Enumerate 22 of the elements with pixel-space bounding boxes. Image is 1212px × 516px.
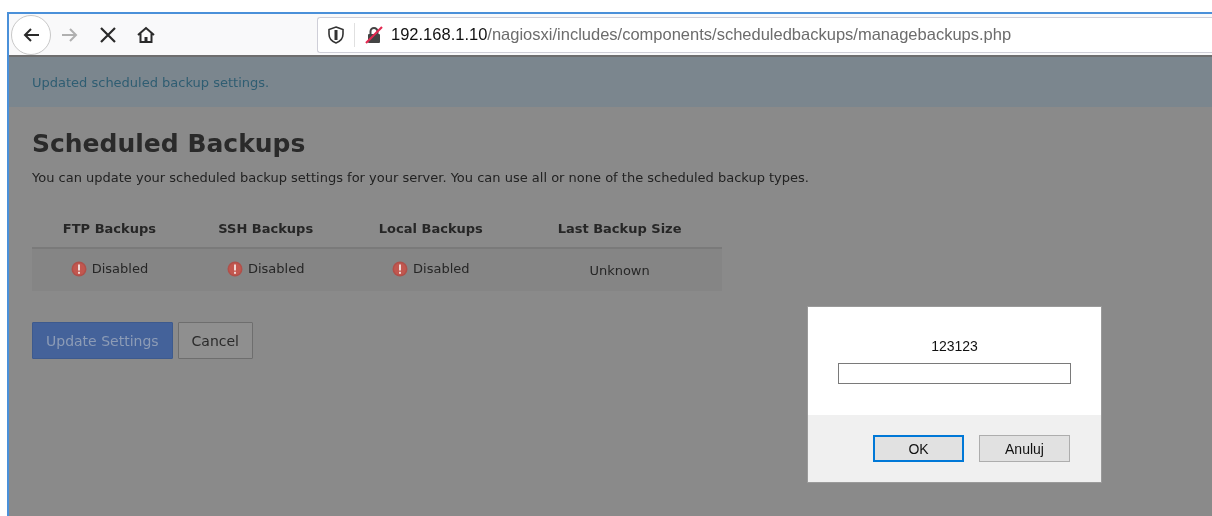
page-title: Scheduled Backups	[32, 129, 307, 158]
insecure-lock-icon	[365, 25, 383, 44]
status-text: Unknown	[589, 262, 650, 278]
prompt-message: 123123	[931, 338, 978, 354]
home-icon	[136, 24, 156, 45]
ok-button[interactable]: OK	[873, 435, 964, 462]
close-icon	[98, 24, 118, 45]
page-description: You can update your scheduled backup settings for your server. You can use all or none of the scheduled backup types.	[32, 170, 810, 185]
url-text: 192.168.1.10/nagiosxi/includes/components/scheduledbackups/managebackups.php	[391, 25, 1012, 44]
error-icon	[70, 260, 87, 277]
address-bar[interactable]: 192.168.1.10/nagiosxi/includes/components/scheduledbackups/managebackups.php	[317, 16, 1212, 53]
dialog-cancel-button[interactable]: Anuluj	[979, 435, 1070, 462]
back-button[interactable]	[11, 14, 51, 55]
cancel-button[interactable]: Cancel	[177, 322, 253, 359]
status-text: Disabled	[413, 261, 470, 276]
status-text: Disabled	[91, 261, 149, 276]
alert-message: Updated scheduled backup settings.	[32, 74, 270, 90]
error-icon	[392, 260, 409, 277]
error-icon	[226, 260, 243, 277]
shield-icon	[328, 25, 344, 44]
status-text: Disabled	[247, 261, 305, 276]
prompt-input-field[interactable]	[838, 363, 1071, 384]
